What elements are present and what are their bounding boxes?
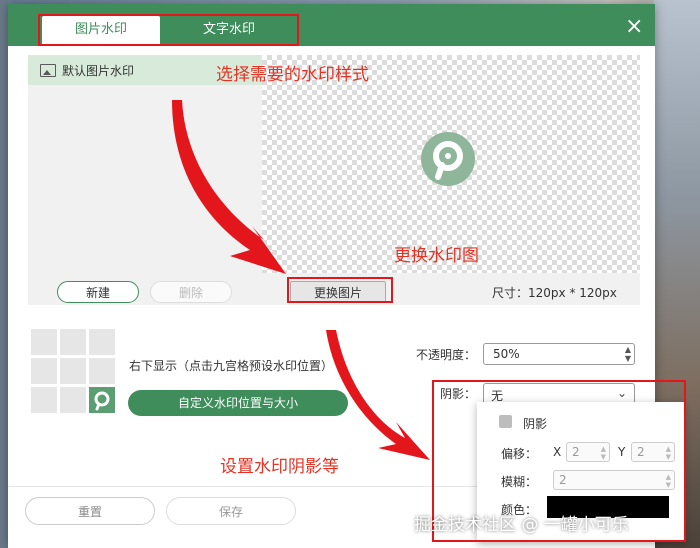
save-button[interactable]: 保存 (166, 497, 296, 525)
chevron-down-icon[interactable]: ▼ (625, 355, 631, 363)
watermark-item-label: 默认图片水印 (62, 63, 135, 78)
chevron-up-icon[interactable]: ▲ (625, 346, 631, 354)
grid-cell-middle-left[interactable] (31, 358, 57, 384)
close-icon[interactable]: × (625, 16, 643, 38)
annotation-change-image: 更换水印图 (394, 246, 479, 266)
grid-cell-top-left[interactable] (31, 329, 57, 355)
image-icon (40, 63, 56, 77)
custom-position-button[interactable]: 自定义水印位置与大小 (128, 390, 348, 416)
grid-cell-middle-center[interactable] (60, 358, 86, 384)
grid-cell-bottom-right[interactable] (89, 387, 115, 413)
watermark-logo-icon (94, 391, 110, 411)
watermark-logo-icon (421, 132, 475, 186)
new-button[interactable]: 新建 (57, 281, 139, 303)
preview-area: 默认图片水印 新建 删除 更换图片 尺寸：120px * 120px (28, 55, 640, 305)
opacity-label: 不透明度： (416, 348, 477, 362)
delete-button[interactable]: 删除 (150, 281, 232, 303)
site-watermark: 掘金技术社区 @ 一罐小可乐 (414, 515, 629, 535)
desktop-background-left (0, 0, 8, 548)
annotation-select-style: 选择需要的水印样式 (216, 65, 369, 85)
grid-cell-bottom-center[interactable] (60, 387, 86, 413)
annotation-box-change-image (287, 277, 393, 303)
grid-cell-top-center[interactable] (60, 329, 86, 355)
opacity-value: 50% (493, 347, 520, 361)
position-description: 右下显示（点击九宫格预设水印位置） (129, 359, 334, 373)
opacity-spinbox[interactable]: 50% ▲ ▼ (483, 343, 635, 365)
position-grid (31, 329, 116, 414)
annotation-set-shadow: 设置水印阴影等 (220, 457, 339, 477)
annotation-box-tabs (38, 14, 299, 46)
reset-button[interactable]: 重置 (25, 497, 155, 525)
grid-cell-bottom-left[interactable] (31, 387, 57, 413)
size-label: 尺寸：120px * 120px (492, 286, 617, 300)
grid-cell-middle-right[interactable] (89, 358, 115, 384)
grid-cell-top-right[interactable] (89, 329, 115, 355)
